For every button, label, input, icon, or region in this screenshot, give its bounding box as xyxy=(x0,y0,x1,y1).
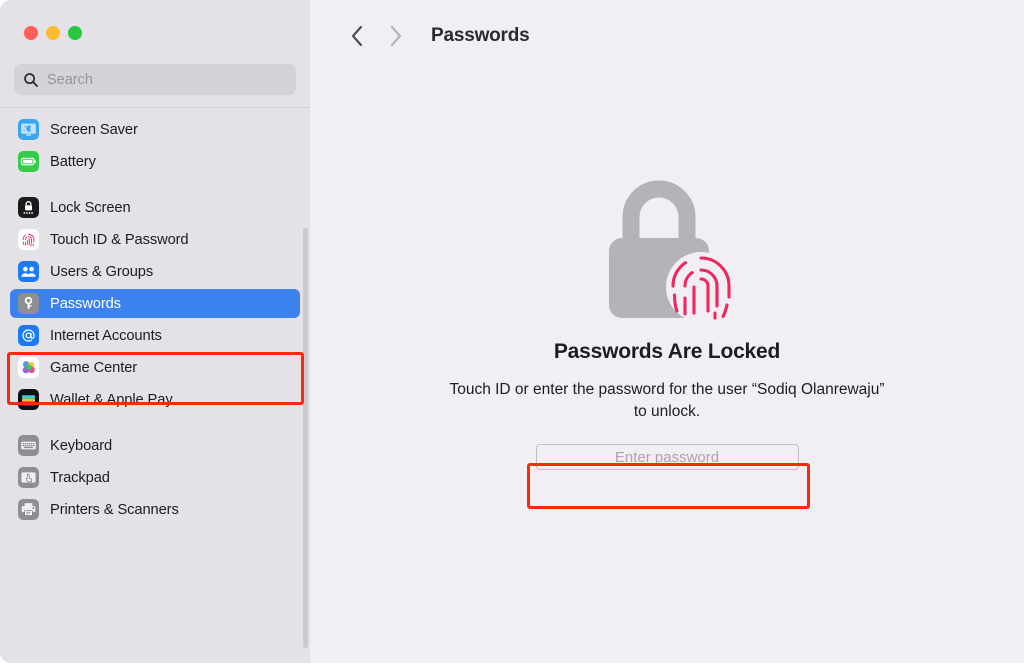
locked-padlock-fingerprint-icon xyxy=(609,180,736,322)
sidebar-item-users-groups[interactable]: Users & Groups xyxy=(10,257,300,286)
sidebar-item-battery[interactable]: Battery xyxy=(10,147,300,176)
sidebar-item-game-center[interactable]: Game Center xyxy=(10,353,300,382)
users-groups-icon xyxy=(18,261,39,282)
chevron-right-icon xyxy=(390,25,401,47)
locked-heading: Passwords Are Locked xyxy=(553,340,781,363)
close-button[interactable] xyxy=(24,26,38,40)
sidebar-item-touch-id[interactable]: Touch ID & Password xyxy=(10,225,300,254)
sidebar-group-separator xyxy=(10,417,300,431)
system-settings-window: Screen Saver Battery xyxy=(0,0,1024,663)
wallet-apple-pay-icon xyxy=(18,389,39,410)
sidebar: Screen Saver Battery xyxy=(0,0,310,663)
back-button[interactable] xyxy=(338,17,376,55)
keyboard-icon xyxy=(18,435,39,456)
trackpad-icon xyxy=(18,467,39,488)
password-input[interactable] xyxy=(535,444,799,470)
window-traffic-lights xyxy=(0,0,310,58)
chevron-left-icon xyxy=(351,25,362,47)
sidebar-item-label: Game Center xyxy=(50,359,138,376)
search-input[interactable] xyxy=(47,71,287,88)
sidebar-item-label: Passwords xyxy=(50,295,121,312)
sidebar-item-label: Internet Accounts xyxy=(50,327,162,344)
locked-description: Touch ID or enter the password for the u… xyxy=(449,381,885,420)
sidebar-item-printers-scanners[interactable]: Printers & Scanners xyxy=(10,495,300,524)
battery-icon xyxy=(18,151,39,172)
search-field[interactable] xyxy=(14,64,296,95)
sidebar-item-label: Screen Saver xyxy=(50,121,138,138)
internet-accounts-icon xyxy=(18,325,39,346)
printers-scanners-icon xyxy=(18,499,39,520)
sidebar-scrollbar[interactable] xyxy=(303,228,308,648)
sidebar-nav-list: Screen Saver Battery Lock Screen Touch I… xyxy=(0,108,310,663)
search-container xyxy=(0,58,310,107)
game-center-icon xyxy=(18,357,39,378)
sidebar-item-label: Touch ID & Password xyxy=(50,231,189,248)
main-content-panel: Passwords Passwords Are Locked Touch ID … xyxy=(310,0,1024,663)
sidebar-item-label: Battery xyxy=(50,153,96,170)
touch-id-icon xyxy=(18,229,39,250)
locked-state-container: Passwords Are Locked Touch ID or enter t… xyxy=(310,72,1024,663)
password-field-container xyxy=(535,444,799,470)
sidebar-item-wallet-apple-pay[interactable]: Wallet & Apple Pay xyxy=(10,385,300,414)
sidebar-item-label: Printers & Scanners xyxy=(50,501,179,518)
sidebar-group-separator xyxy=(10,179,300,193)
toolbar: Passwords xyxy=(310,0,1024,72)
lock-screen-icon xyxy=(18,197,39,218)
sidebar-item-passwords[interactable]: Passwords xyxy=(10,289,300,318)
sidebar-item-lock-screen[interactable]: Lock Screen xyxy=(10,193,300,222)
minimize-button[interactable] xyxy=(46,26,60,40)
sidebar-item-label: Wallet & Apple Pay xyxy=(50,391,173,408)
forward-button[interactable] xyxy=(376,17,414,55)
sidebar-item-keyboard[interactable]: Keyboard xyxy=(10,431,300,460)
maximize-button[interactable] xyxy=(68,26,82,40)
sidebar-item-label: Keyboard xyxy=(50,437,113,454)
search-icon xyxy=(24,72,38,87)
sidebar-item-trackpad[interactable]: Trackpad xyxy=(10,463,300,492)
sidebar-item-label: Trackpad xyxy=(50,469,110,486)
sidebar-item-label: Users & Groups xyxy=(50,263,154,280)
passwords-key-icon xyxy=(18,293,39,314)
sidebar-item-internet-accounts[interactable]: Internet Accounts xyxy=(10,321,300,350)
screen-saver-icon xyxy=(18,119,39,140)
sidebar-item-screen-saver[interactable]: Screen Saver xyxy=(10,115,300,144)
sidebar-item-label: Lock Screen xyxy=(50,199,131,216)
page-title: Passwords xyxy=(431,25,530,46)
